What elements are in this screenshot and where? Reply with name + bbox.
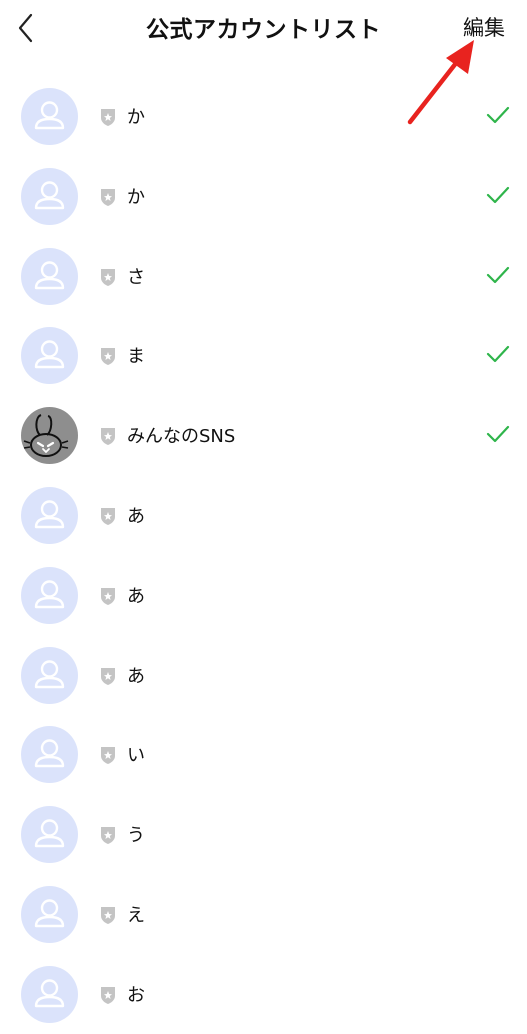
- official-shield-icon: [99, 187, 117, 207]
- official-shield-icon: [99, 586, 117, 606]
- account-name: さ: [127, 266, 145, 288]
- account-name: う: [127, 825, 145, 847]
- avatar: [21, 247, 78, 305]
- checkmark-icon: [486, 105, 510, 125]
- account-row[interactable]: か: [0, 76, 527, 156]
- account-name: か: [127, 186, 145, 208]
- account-name: あ: [127, 585, 145, 607]
- person-icon: [34, 979, 65, 1007]
- top-bar: 公式アカウントリスト 編集: [0, 0, 527, 58]
- person-icon: [34, 500, 65, 529]
- person-icon: [34, 340, 65, 369]
- official-shield-icon: [99, 426, 117, 446]
- avatar: [21, 965, 78, 1023]
- account-row[interactable]: あ: [0, 555, 527, 635]
- account-name: あ: [127, 665, 145, 687]
- avatar: [21, 88, 78, 145]
- official-shield-icon: [99, 506, 117, 526]
- account-row[interactable]: あ: [0, 635, 527, 715]
- account-row[interactable]: か: [0, 156, 527, 236]
- official-shield-icon: [99, 745, 117, 765]
- account-row[interactable]: い: [0, 714, 527, 794]
- person-icon: [34, 739, 65, 768]
- person-icon: [34, 260, 65, 289]
- account-name: い: [127, 745, 145, 767]
- edit-button[interactable]: 編集: [463, 12, 505, 42]
- account-name: みんなのSNS: [127, 426, 236, 448]
- page-title: 公式アカウントリスト: [146, 17, 381, 43]
- avatar-image: [21, 407, 78, 465]
- checkmark-icon: [486, 185, 510, 205]
- account-name: ま: [127, 346, 145, 368]
- account-row[interactable]: さ: [0, 236, 527, 316]
- person-icon: [34, 659, 65, 688]
- avatar: [21, 566, 78, 624]
- official-shield-icon: [99, 985, 117, 1005]
- person-icon: [34, 899, 65, 928]
- official-shield-icon: [99, 666, 117, 686]
- checkmark-icon: [486, 344, 510, 364]
- person-icon: [34, 101, 65, 130]
- rabbit-avatar-icon: [23, 414, 69, 458]
- account-row[interactable]: う: [0, 794, 527, 874]
- official-shield-icon: [99, 825, 117, 845]
- official-shield-icon: [99, 346, 117, 366]
- account-name: か: [127, 107, 145, 128]
- account-name: あ: [127, 505, 145, 527]
- official-shield-icon: [99, 267, 117, 287]
- avatar: [21, 885, 78, 943]
- person-icon: [34, 819, 65, 848]
- official-shield-icon: [99, 107, 117, 127]
- account-row[interactable]: お: [0, 954, 527, 1034]
- account-row[interactable]: みんなのSNS: [0, 395, 527, 475]
- account-row[interactable]: え: [0, 874, 527, 954]
- person-icon: [34, 181, 65, 209]
- account-row[interactable]: ま: [0, 315, 527, 395]
- avatar: [21, 486, 78, 544]
- official-shield-icon: [99, 905, 117, 925]
- account-list: かかさまみんなのSNS あああいうえお: [0, 76, 527, 1034]
- checkmark-icon: [486, 265, 510, 285]
- avatar: [21, 726, 78, 784]
- account-name: お: [127, 984, 145, 1006]
- checkmark-icon: [486, 424, 510, 444]
- avatar: [21, 327, 78, 385]
- account-name: え: [127, 904, 145, 926]
- avatar: [21, 646, 78, 704]
- person-icon: [34, 580, 65, 608]
- avatar: [21, 167, 78, 225]
- account-row[interactable]: あ: [0, 475, 527, 555]
- avatar: [21, 806, 78, 864]
